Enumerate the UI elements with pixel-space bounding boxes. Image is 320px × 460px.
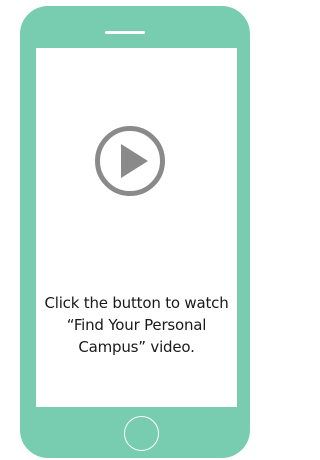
play-icon <box>95 126 165 196</box>
home-button[interactable] <box>124 416 159 451</box>
video-caption: Click the button to watch “Find Your Per… <box>36 292 237 358</box>
caption-line-2: “Find Your Personal <box>66 316 207 334</box>
caption-line-1: Click the button to watch <box>44 294 229 312</box>
play-video-button[interactable] <box>94 125 166 197</box>
phone-speaker <box>105 31 145 34</box>
caption-line-3: Campus” video. <box>78 338 195 356</box>
